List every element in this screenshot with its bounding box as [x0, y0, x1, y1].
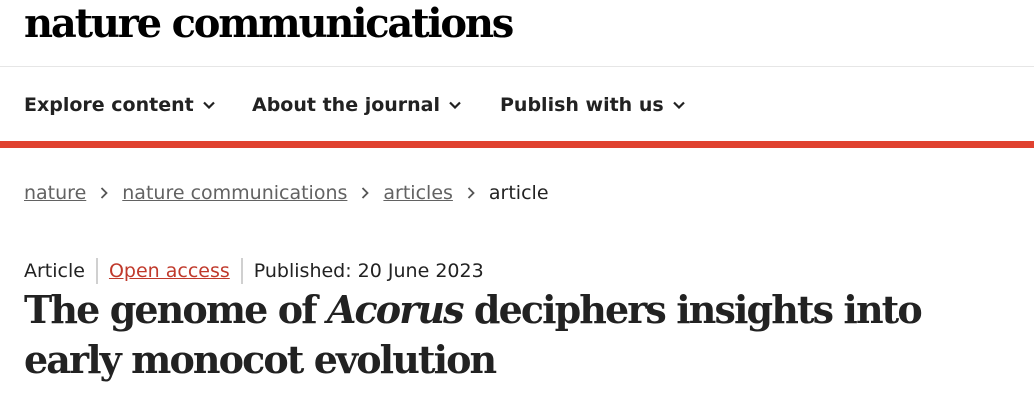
chevron-right-icon — [361, 187, 370, 199]
breadcrumb-current: article — [488, 182, 549, 204]
nav-item-label: About the journal — [252, 94, 441, 116]
nav-about-journal[interactable]: About the journal — [252, 91, 461, 119]
breadcrumb: nature nature communications articles ar… — [24, 179, 549, 207]
title-genus-italic: Acorus — [326, 287, 465, 332]
chevron-down-icon — [202, 101, 215, 109]
article-meta: Article Open access Published: 20 June 2… — [24, 256, 484, 286]
article-title: The genome of Acorus deciphers insights … — [24, 285, 1024, 385]
chevron-down-icon — [672, 101, 685, 109]
title-text-start: The genome of — [24, 287, 327, 332]
nav-explore-content[interactable]: Explore content — [24, 91, 215, 119]
breadcrumb-nature-communications[interactable]: nature communications — [122, 182, 347, 204]
chevron-right-icon — [467, 187, 475, 199]
nav-item-label: Explore content — [24, 94, 194, 116]
chevron-down-icon — [449, 101, 461, 109]
meta-divider — [95, 258, 98, 284]
site-header: nature communications — [0, 0, 1034, 67]
published-date: Published: 20 June 2023 — [253, 260, 484, 282]
journal-logo[interactable]: nature communications — [24, 0, 514, 49]
nav-publish-with-us[interactable]: Publish with us — [500, 91, 685, 119]
main-nav: Explore content About the journal Publis… — [0, 67, 1034, 141]
chevron-right-icon — [100, 187, 109, 199]
open-access-link[interactable]: Open access — [109, 260, 230, 282]
breadcrumb-nature[interactable]: nature — [24, 182, 86, 204]
article-type: Article — [24, 260, 85, 282]
meta-divider — [240, 258, 243, 284]
breadcrumb-articles[interactable]: articles — [383, 182, 453, 204]
accent-bar — [0, 141, 1034, 148]
nav-item-label: Publish with us — [500, 94, 664, 116]
